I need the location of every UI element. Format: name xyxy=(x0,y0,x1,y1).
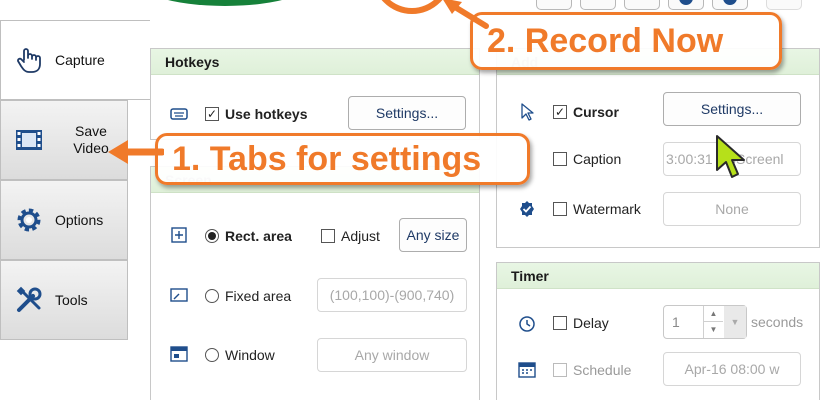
toolbar-icon xyxy=(723,0,737,5)
calendar-icon xyxy=(518,360,536,378)
tab-label: Tools xyxy=(55,291,88,308)
mouse-cursor-icon xyxy=(714,134,748,183)
record-button-edge[interactable] xyxy=(130,0,320,6)
fixed-area-label: Fixed area xyxy=(225,288,292,304)
toolbar-button-1[interactable] xyxy=(536,0,572,10)
use-hotkeys-label: Use hotkeys xyxy=(225,106,308,122)
use-hotkeys-row: ✓ Use hotkeys xyxy=(205,106,307,122)
record-callout-arrow xyxy=(440,0,490,33)
cursor-settings-button[interactable]: Settings... xyxy=(663,92,801,126)
tab-tools[interactable]: Tools xyxy=(0,260,128,340)
timer-title: Timer xyxy=(497,263,819,289)
top-toolbar xyxy=(0,0,834,14)
chevron-down-icon[interactable]: ▼ xyxy=(704,322,723,337)
hotkeys-settings-button[interactable]: Settings... xyxy=(348,96,466,130)
toolbar-button-2[interactable] xyxy=(580,0,616,10)
window-radio[interactable] xyxy=(205,348,219,362)
window-icon xyxy=(170,345,188,363)
toolbar-button-3[interactable] xyxy=(624,0,660,10)
film-icon xyxy=(15,126,43,154)
window-field[interactable]: Any window xyxy=(317,338,467,372)
keyboard-icon xyxy=(170,105,188,123)
settings-tabs: Capture Save Video Options Tools xyxy=(0,14,150,400)
toolbar-button-5[interactable] xyxy=(712,0,748,10)
schedule-label: Schedule xyxy=(573,362,632,378)
schedule-field[interactable]: Apr-16 08:00 w xyxy=(663,352,801,386)
delay-checkbox[interactable] xyxy=(553,316,567,330)
adjust-label: Adjust xyxy=(341,228,380,244)
delay-row: Delay xyxy=(553,315,609,331)
caption-row: Caption xyxy=(553,151,621,167)
hotkeys-title: Hotkeys xyxy=(151,49,479,75)
tabs-callout-arrow xyxy=(106,138,166,169)
rect-area-row: Rect. area xyxy=(205,228,292,244)
seconds-label: seconds xyxy=(751,314,804,330)
adjust-row: Adjust xyxy=(321,228,380,244)
cursor-checkbox[interactable]: ✓ xyxy=(553,105,567,119)
any-size-button[interactable]: Any size xyxy=(399,218,467,252)
toolbar-button-6[interactable] xyxy=(766,0,802,10)
watermark-icon xyxy=(518,200,536,218)
watermark-checkbox[interactable] xyxy=(553,202,567,216)
watermark-field[interactable]: None xyxy=(663,192,801,226)
tools-icon xyxy=(15,286,43,314)
gear-icon xyxy=(15,206,43,234)
cursor-label: Cursor xyxy=(573,104,619,120)
toolbar-icon xyxy=(679,0,693,5)
rect-area-radio[interactable] xyxy=(205,229,219,243)
record-now-callout: 2. Record Now xyxy=(470,12,782,70)
window-row: Window xyxy=(205,347,275,363)
tab-options[interactable]: Options xyxy=(0,180,128,260)
fixed-area-radio[interactable] xyxy=(205,289,219,303)
delay-label: Delay xyxy=(573,315,609,331)
fixed-area-icon xyxy=(170,287,188,305)
delay-value: 1 xyxy=(672,314,680,330)
cursor-row: ✓ Cursor xyxy=(553,104,619,120)
hand-pointer-icon xyxy=(15,46,43,74)
schedule-checkbox[interactable] xyxy=(553,363,567,377)
tab-label: Options xyxy=(55,211,104,228)
rect-area-label: Rect. area xyxy=(225,228,292,244)
fixed-area-row: Fixed area xyxy=(205,288,291,304)
delay-dropdown-icon[interactable]: ▼ xyxy=(724,306,746,338)
chevron-up-icon[interactable]: ▲ xyxy=(704,306,723,322)
use-hotkeys-checkbox[interactable]: ✓ xyxy=(205,107,219,121)
window-label: Window xyxy=(225,347,275,363)
delay-stepper[interactable]: ▲ ▼ xyxy=(703,306,723,338)
cursor-icon xyxy=(518,103,536,121)
rect-area-icon xyxy=(170,226,188,244)
tab-label: Capture xyxy=(55,51,105,68)
adjust-checkbox[interactable] xyxy=(321,229,335,243)
fixed-area-field[interactable]: (100,100)-(900,740) xyxy=(317,278,467,312)
caption-checkbox[interactable] xyxy=(553,152,567,166)
tab-capture[interactable]: Capture xyxy=(0,20,150,100)
tabs-callout: 1. Tabs for settings xyxy=(155,133,530,185)
caption-label: Caption xyxy=(573,151,622,167)
clock-icon xyxy=(518,314,536,332)
schedule-row: Schedule xyxy=(553,362,631,378)
toolbar-button-4[interactable] xyxy=(668,0,704,10)
watermark-label: Watermark xyxy=(573,201,641,217)
watermark-row: Watermark xyxy=(553,201,641,217)
